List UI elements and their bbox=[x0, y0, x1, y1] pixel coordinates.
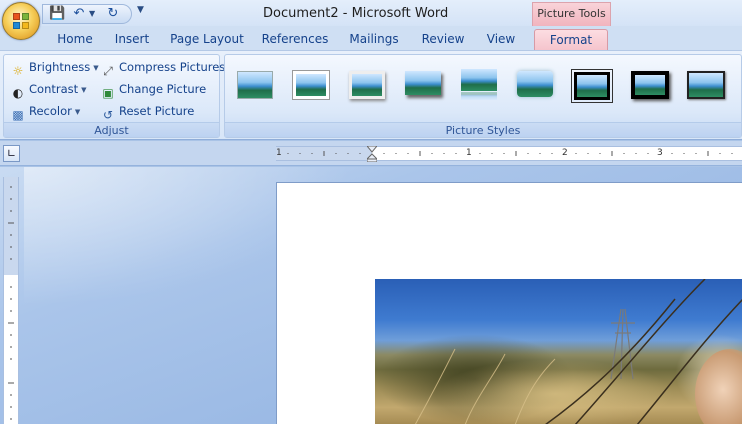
contrast-dropdown-icon: ▼ bbox=[81, 86, 87, 94]
picture-style-thumb[interactable] bbox=[515, 69, 555, 101]
brightness-dropdown-icon: ▼ bbox=[93, 64, 99, 72]
compress-pictures-button[interactable]: ⤢ Compress Pictures bbox=[100, 57, 226, 78]
reset-picture-button[interactable]: ↺ Reset Picture bbox=[100, 101, 195, 122]
picture-style-thumb[interactable] bbox=[629, 69, 669, 101]
office-logo-icon bbox=[13, 13, 31, 31]
picture-style-thumb[interactable] bbox=[403, 69, 443, 101]
inserted-picture[interactable] bbox=[375, 279, 742, 424]
tab-mailings[interactable]: Mailings bbox=[344, 29, 404, 50]
document-workspace bbox=[0, 167, 742, 424]
save-icon[interactable]: 💾 bbox=[49, 6, 65, 22]
redo-icon[interactable]: ↻ bbox=[105, 6, 121, 22]
tab-references[interactable]: References bbox=[258, 29, 332, 50]
picture-style-thumb-selected[interactable] bbox=[571, 69, 613, 103]
photo-details bbox=[414, 279, 742, 424]
picture-style-thumb[interactable] bbox=[347, 69, 387, 101]
compress-label: Compress Pictures bbox=[119, 60, 226, 74]
office-button[interactable] bbox=[2, 2, 40, 40]
ribbon: ☼ Brightness ▼ ◐ Contrast ▼ ▩ Recolor ▼ ⤢ Compr… bbox=[0, 50, 742, 140]
recolor-label: Recolor bbox=[29, 104, 72, 118]
brightness-icon: ☼ bbox=[12, 64, 24, 78]
ruler-bar: ∟ 1 1 2 3 bbox=[0, 141, 742, 166]
undo-dropdown-icon[interactable]: ▼ bbox=[89, 6, 95, 22]
picture-style-thumb[interactable] bbox=[685, 69, 725, 101]
change-picture-button[interactable]: ▣ Change Picture bbox=[100, 79, 207, 100]
compress-icon: ⤢ bbox=[103, 64, 113, 78]
undo-icon[interactable]: ↶ bbox=[71, 6, 87, 22]
tab-page-layout[interactable]: Page Layout bbox=[168, 29, 246, 50]
tab-view[interactable]: View bbox=[480, 29, 522, 50]
change-picture-label: Change Picture bbox=[119, 82, 207, 96]
contrast-label: Contrast bbox=[29, 82, 79, 96]
customize-qat-icon[interactable]: ▼ bbox=[137, 5, 144, 15]
brightness-button[interactable]: ☼ Brightness ▼ bbox=[10, 57, 99, 78]
picture-style-thumb[interactable] bbox=[235, 69, 275, 101]
quick-access-toolbar: 💾 ↶ ▼ ↻ bbox=[42, 4, 132, 24]
tab-insert[interactable]: Insert bbox=[108, 29, 156, 50]
picture-tools-contextual-label: Picture Tools bbox=[532, 2, 611, 26]
picture-style-thumb[interactable] bbox=[459, 69, 499, 101]
recolor-icon: ▩ bbox=[12, 108, 24, 122]
adjust-group-label: Adjust bbox=[4, 122, 219, 137]
document-page[interactable] bbox=[276, 182, 742, 424]
contrast-icon: ◐ bbox=[12, 86, 24, 100]
adjust-group: ☼ Brightness ▼ ◐ Contrast ▼ ▩ Recolor ▼ ⤢ Compr… bbox=[3, 54, 225, 138]
recolor-dropdown-icon: ▼ bbox=[74, 108, 81, 116]
recolor-button[interactable]: ▩ Recolor ▼ bbox=[10, 101, 81, 122]
tab-home[interactable]: Home bbox=[48, 29, 102, 50]
vertical-ruler[interactable] bbox=[3, 177, 19, 424]
picture-style-thumb[interactable] bbox=[291, 69, 331, 101]
title-bar: 💾 ↶ ▼ ↻ ▼ Document2 - Microsoft Word Pic… bbox=[0, 0, 742, 40]
contrast-button[interactable]: ◐ Contrast ▼ bbox=[10, 79, 87, 100]
picture-styles-group: Picture Styles bbox=[224, 54, 742, 138]
picture-styles-group-label: Picture Styles bbox=[225, 122, 741, 137]
vertical-ruler-ticks bbox=[8, 186, 14, 420]
reset-picture-icon: ↺ bbox=[102, 108, 114, 122]
brightness-label: Brightness bbox=[29, 60, 91, 74]
reset-picture-label: Reset Picture bbox=[119, 104, 195, 118]
tab-review[interactable]: Review bbox=[416, 29, 470, 50]
change-picture-icon: ▣ bbox=[102, 86, 114, 100]
ruler-ticks bbox=[287, 151, 733, 156]
tab-format[interactable]: Format bbox=[534, 29, 608, 50]
tab-selector-button[interactable]: ∟ bbox=[3, 145, 20, 162]
horizontal-ruler[interactable]: 1 1 2 3 bbox=[276, 146, 742, 162]
window-title: Document2 - Microsoft Word bbox=[263, 6, 449, 21]
ribbon-tabs: Home Insert Page Layout References Maili… bbox=[0, 26, 742, 50]
